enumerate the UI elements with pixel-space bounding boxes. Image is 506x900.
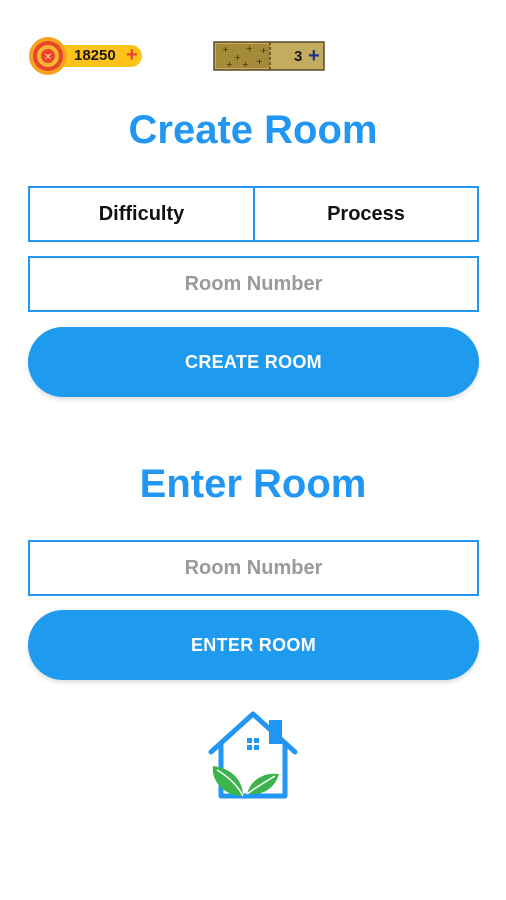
home-leaf-icon xyxy=(208,711,298,799)
coin-icon: ✕ xyxy=(29,37,67,75)
coin-count: 18250 xyxy=(74,47,116,64)
create-room-title: Create Room xyxy=(128,108,378,152)
difficulty-selector[interactable]: Difficulty xyxy=(28,186,255,242)
svg-text:+: + xyxy=(246,44,253,53)
add-tickets-icon[interactable]: + xyxy=(308,46,320,66)
create-room-button[interactable]: CREATE ROOM xyxy=(28,327,479,397)
process-selector[interactable]: Process xyxy=(253,186,479,242)
ticket-balance-badge[interactable]: + + + + + + + 3 + xyxy=(212,40,326,72)
enter-room-number-input[interactable] xyxy=(28,540,479,596)
svg-text:+: + xyxy=(260,46,267,55)
ticket-count: 3 xyxy=(294,48,303,65)
process-label: Process xyxy=(327,202,405,225)
svg-text:+: + xyxy=(256,57,263,66)
enter-room-button[interactable]: ENTER ROOM xyxy=(28,610,479,680)
svg-text:+: + xyxy=(222,45,229,54)
svg-text:+: + xyxy=(242,60,249,69)
add-coins-icon[interactable]: + xyxy=(126,44,138,66)
coin-balance-badge[interactable]: ✕ 18250 + xyxy=(28,36,142,76)
create-room-number-input[interactable] xyxy=(28,256,479,312)
enter-room-title: Enter Room xyxy=(139,462,367,506)
svg-text:+: + xyxy=(226,60,233,69)
svg-text:✕: ✕ xyxy=(44,52,52,63)
difficulty-label: Difficulty xyxy=(98,202,185,225)
svg-text:+: + xyxy=(234,53,241,62)
